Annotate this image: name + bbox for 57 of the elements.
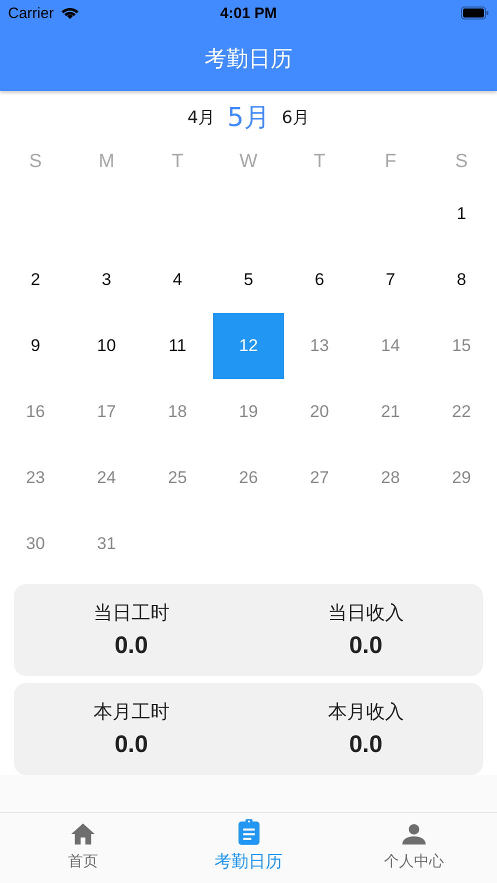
calendar-day[interactable]: 9 [0,313,71,379]
tab-item[interactable]: 个人中心 [331,813,497,883]
calendar-day[interactable]: 26 [213,445,284,511]
calendar-day[interactable]: 10 [71,313,142,379]
calendar-day[interactable]: 28 [355,445,426,511]
stat-label: 当日收入 [328,601,404,626]
stat-value: 0.0 [114,731,148,759]
stat-label: 当日工时 [93,601,170,626]
weekday-label: S [455,151,468,173]
calendar-day[interactable]: 2 [0,247,71,313]
calendar-day[interactable]: 11 [142,313,213,379]
month-tab[interactable]: 6月 [282,106,310,128]
calendar-day[interactable]: 24 [71,445,142,511]
wifi-icon [60,6,80,20]
weekday-label: W [240,151,258,173]
battery-icon [460,6,489,20]
tab-item[interactable]: 考勤日历 [166,813,332,883]
calendar-day[interactable]: 5 [213,247,284,313]
calendar-day[interactable]: 12 [213,313,284,379]
calendar-day[interactable]: 4 [142,247,213,313]
calendar-day[interactable]: 31 [71,511,142,577]
stat-value: 0.0 [349,632,382,660]
month-tab[interactable]: 4月 [187,106,216,128]
calendar-day[interactable]: 3 [71,247,142,313]
calendar-day[interactable]: 7 [355,247,426,313]
stat-label: 本月工时 [93,700,170,725]
weekday-label: S [29,151,42,173]
weekday-label: T [172,151,184,173]
calendar-day[interactable]: 25 [142,445,213,511]
calendar-day[interactable]: 20 [284,379,355,445]
calendar-day[interactable]: 27 [284,445,355,511]
weekday-label: T [314,151,326,173]
calendar-day[interactable]: 15 [426,313,497,379]
page-title: 考勤日历 [204,46,294,74]
calendar-day[interactable]: 16 [0,379,71,445]
calendar-day[interactable]: 18 [142,379,213,445]
calendar-day[interactable]: 8 [426,247,497,313]
calendar-day[interactable]: 1 [426,181,497,247]
status-time: 4:01 PM [220,4,277,22]
calendar-day[interactable]: 21 [355,379,426,445]
stat-value: 0.0 [349,731,382,759]
tab-item[interactable]: 首页 [0,813,166,883]
calendar-day[interactable]: 17 [71,379,142,445]
calendar-day[interactable]: 22 [426,379,497,445]
calendar-day[interactable]: 23 [0,445,71,511]
carrier-label: Carrier [8,4,54,22]
calendar-day[interactable]: 13 [284,313,355,379]
stat-value: 0.0 [114,632,148,660]
calendar-day[interactable]: 29 [426,445,497,511]
month-tab[interactable]: 5月 [227,100,270,134]
calendar-day[interactable]: 19 [213,379,284,445]
calendar-day[interactable]: 30 [0,511,71,577]
calendar-day[interactable]: 14 [355,313,426,379]
stat-label: 本月收入 [328,700,404,725]
weekday-label: M [98,151,114,173]
calendar-day[interactable]: 6 [284,247,355,313]
weekday-label: F [384,151,396,173]
